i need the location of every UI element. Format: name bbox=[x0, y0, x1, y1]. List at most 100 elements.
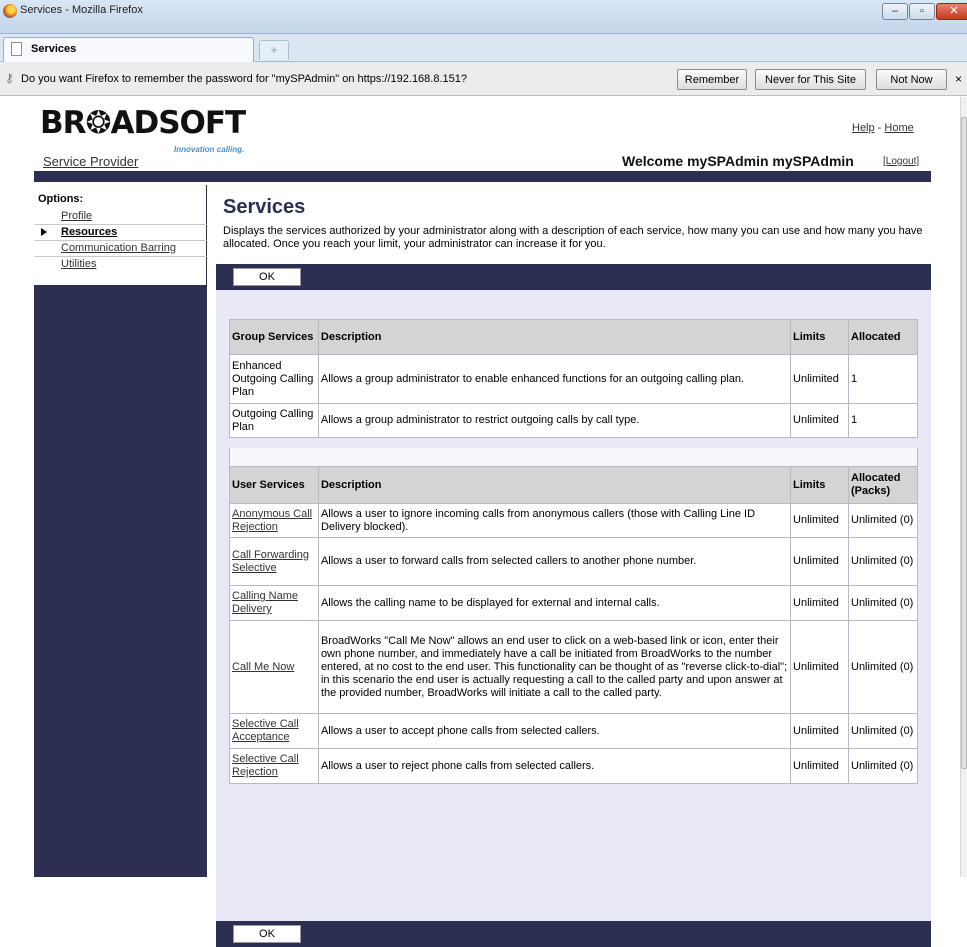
table-row: Call Forwarding Selective Allows a user … bbox=[229, 537, 918, 586]
firefox-icon bbox=[3, 4, 17, 18]
service-link-cell[interactable]: Selective Call Acceptance bbox=[229, 713, 319, 749]
table-row: Selective Call Acceptance Allows a user … bbox=[229, 713, 918, 749]
password-prompt-message: Do you want Firefox to remember the pass… bbox=[21, 73, 467, 85]
password-notification-bar: ⚷ Do you want Firefox to remember the pa… bbox=[0, 62, 967, 96]
column-header: Allocated bbox=[848, 319, 918, 355]
page-viewport: BR❂ADSOFT Innovation calling. Help - Hom… bbox=[0, 97, 960, 947]
service-allocated: Unlimited (0) bbox=[848, 537, 918, 586]
service-allocated: Unlimited (0) bbox=[848, 748, 918, 784]
service-description: BroadWorks "Call Me Now" allows an end u… bbox=[317, 620, 792, 714]
scrollbar-thumb[interactable] bbox=[961, 117, 967, 769]
maximize-button[interactable]: ▫ bbox=[909, 3, 935, 20]
help-link[interactable]: Help bbox=[852, 122, 875, 134]
group-services-table: Group Services Description Limits Alloca… bbox=[229, 319, 918, 438]
logo-wordmark: BR❂ADSOFT bbox=[40, 105, 246, 141]
nav-item-label[interactable]: Resources bbox=[61, 226, 117, 238]
user-services-table: User Services Description Limits Allocat… bbox=[229, 466, 918, 784]
service-provider-link[interactable]: Service Provider bbox=[43, 154, 138, 169]
page-icon bbox=[11, 42, 22, 56]
logo-tagline: Innovation calling. bbox=[174, 145, 245, 154]
minimize-button[interactable]: – bbox=[882, 3, 908, 20]
service-description: Allows a group administrator to restrict… bbox=[317, 403, 792, 438]
nav-item-label[interactable]: Profile bbox=[61, 210, 92, 222]
column-header: Description bbox=[317, 466, 792, 504]
not-now-button[interactable]: Not Now bbox=[876, 69, 947, 90]
close-notification-icon[interactable]: × bbox=[955, 72, 962, 86]
nav-item-label[interactable]: Utilities bbox=[61, 258, 96, 270]
logout-link[interactable]: [Logout] bbox=[883, 156, 919, 167]
close-window-button[interactable]: ✕ bbox=[936, 3, 967, 20]
service-link[interactable]: Selective Call Rejection bbox=[232, 753, 299, 778]
window-title: Services - Mozilla Firefox bbox=[20, 4, 143, 16]
link-separator: - bbox=[874, 122, 885, 134]
service-limit: Unlimited bbox=[790, 620, 849, 714]
service-link[interactable]: Call Forwarding Selective bbox=[232, 549, 309, 574]
table-row: Calling Name Delivery Allows the calling… bbox=[229, 585, 918, 621]
table-row: Anonymous Call Rejection Allows a user t… bbox=[229, 503, 918, 538]
table-row: Call Me Now BroadWorks "Call Me Now" all… bbox=[229, 620, 918, 714]
service-limit: Unlimited bbox=[790, 403, 850, 438]
nav-item-utilities[interactable]: Utilities bbox=[34, 257, 207, 273]
table-separator bbox=[229, 448, 918, 466]
service-link-cell[interactable]: Call Forwarding Selective bbox=[229, 537, 319, 586]
ok-button[interactable]: OK bbox=[233, 925, 301, 943]
new-tab-button[interactable]: + bbox=[259, 40, 289, 60]
page-title: Services bbox=[223, 196, 306, 218]
column-header: Limits bbox=[790, 466, 849, 504]
nav-item-label[interactable]: Communication Barring bbox=[61, 242, 176, 254]
top-links: Help - Home bbox=[852, 122, 914, 134]
column-header: User Services bbox=[229, 466, 319, 504]
left-navigation: Options: Profile Resources Communication… bbox=[34, 185, 207, 877]
service-allocated: 1 bbox=[848, 354, 918, 404]
bottom-button-bar: OK bbox=[216, 921, 931, 947]
service-description: Allows a user to accept phone calls from… bbox=[317, 713, 792, 749]
column-header: Description bbox=[317, 319, 792, 355]
service-link[interactable]: Calling Name Delivery bbox=[232, 590, 298, 615]
tab-services[interactable]: Services bbox=[3, 37, 254, 62]
service-allocated: Unlimited (0) bbox=[848, 503, 918, 538]
never-for-this-site-button[interactable]: Never for This Site bbox=[755, 69, 866, 90]
service-name: Outgoing Calling Plan bbox=[229, 403, 319, 438]
nav-item-resources[interactable]: Resources bbox=[34, 225, 207, 241]
service-allocated: Unlimited (0) bbox=[848, 585, 918, 621]
service-limit: Unlimited bbox=[790, 354, 850, 404]
service-description: Allows a user to ignore incoming calls f… bbox=[317, 503, 792, 538]
service-allocated: Unlimited (0) bbox=[848, 713, 918, 749]
column-header: Allocated (Packs) bbox=[848, 466, 918, 504]
service-link-cell[interactable]: Calling Name Delivery bbox=[229, 585, 319, 621]
service-link[interactable]: Call Me Now bbox=[232, 661, 294, 673]
options-heading: Options: bbox=[38, 193, 84, 205]
service-limit: Unlimited bbox=[790, 748, 849, 784]
service-link-cell[interactable]: Anonymous Call Rejection bbox=[229, 503, 319, 538]
column-header: Group Services bbox=[229, 319, 319, 355]
options-menu: Options: Profile Resources Communication… bbox=[34, 185, 207, 285]
column-header: Limits bbox=[790, 319, 850, 355]
table-header-row: Group Services Description Limits Alloca… bbox=[229, 319, 918, 355]
header-bar bbox=[34, 171, 931, 182]
remember-password-button[interactable]: Remember bbox=[677, 69, 747, 90]
service-description: Allows the calling name to be displayed … bbox=[317, 585, 792, 621]
service-limit: Unlimited bbox=[790, 585, 849, 621]
service-limit: Unlimited bbox=[790, 713, 849, 749]
service-link[interactable]: Selective Call Acceptance bbox=[232, 718, 299, 743]
service-link[interactable]: Anonymous Call Rejection bbox=[232, 508, 312, 533]
ok-button[interactable]: OK bbox=[233, 268, 301, 286]
nav-item-profile[interactable]: Profile bbox=[34, 209, 207, 225]
tab-label: Services bbox=[31, 43, 77, 55]
window-titlebar: Services - Mozilla Firefox – ▫ ✕ bbox=[0, 0, 967, 34]
page-description: Displays the services authorized by your… bbox=[223, 225, 923, 250]
main-content: Services Displays the services authorize… bbox=[216, 185, 931, 947]
nav-item-communication-barring[interactable]: Communication Barring bbox=[34, 241, 207, 257]
service-link-cell[interactable]: Call Me Now bbox=[229, 620, 319, 714]
service-allocated: 1 bbox=[848, 403, 918, 438]
service-name: Enhanced Outgoing Calling Plan bbox=[229, 354, 319, 404]
service-limit: Unlimited bbox=[790, 537, 849, 586]
broadsoft-logo: BR❂ADSOFT Innovation calling. bbox=[40, 105, 280, 155]
current-page-arrow-icon bbox=[41, 228, 47, 236]
key-icon: ⚷ bbox=[5, 71, 14, 85]
table-row: Outgoing Calling Plan Allows a group adm… bbox=[229, 403, 918, 438]
home-link[interactable]: Home bbox=[884, 122, 913, 134]
service-allocated: Unlimited (0) bbox=[848, 620, 918, 714]
service-link-cell[interactable]: Selective Call Rejection bbox=[229, 748, 319, 784]
tab-bar: Services + bbox=[0, 34, 967, 62]
